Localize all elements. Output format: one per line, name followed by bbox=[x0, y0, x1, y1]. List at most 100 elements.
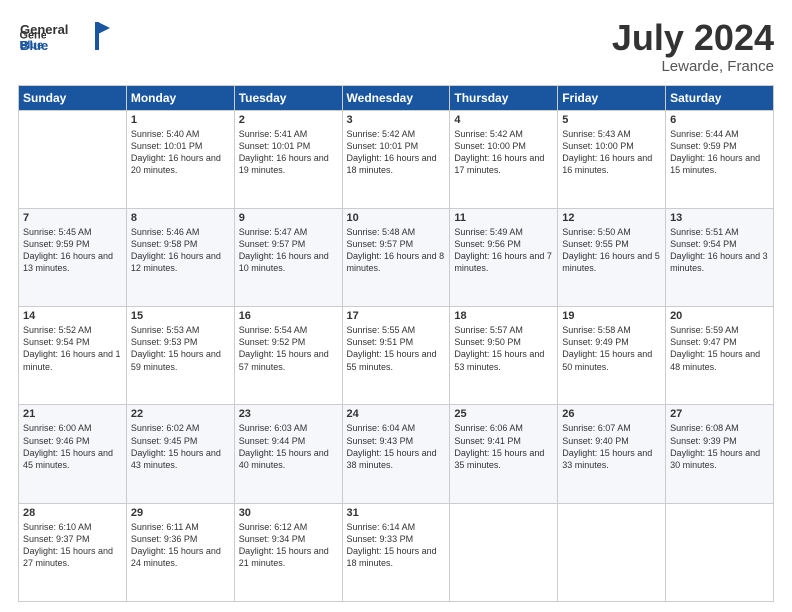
day-number: 3 bbox=[347, 114, 446, 126]
logo-svg: General Blue bbox=[20, 18, 110, 56]
day-info: Sunrise: 6:03 AM Sunset: 9:44 PM Dayligh… bbox=[239, 422, 338, 471]
day-number: 18 bbox=[454, 310, 553, 322]
calendar-cell: 15 Sunrise: 5:53 AM Sunset: 9:53 PM Dayli… bbox=[126, 307, 234, 405]
day-info: Sunrise: 5:55 AM Sunset: 9:51 PM Dayligh… bbox=[347, 324, 446, 373]
col-thursday: Thursday bbox=[450, 85, 558, 110]
calendar-cell: 26 Sunrise: 6:07 AM Sunset: 9:40 PM Dayli… bbox=[558, 405, 666, 503]
title-block: July 2024 Lewarde, France bbox=[612, 18, 774, 75]
calendar-cell: 3Sunrise: 5:42 AM Sunset: 10:01 PM Dayli… bbox=[342, 110, 450, 208]
day-info: Sunrise: 6:14 AM Sunset: 9:33 PM Dayligh… bbox=[347, 521, 446, 570]
day-number: 23 bbox=[239, 408, 338, 420]
calendar-cell: 9Sunrise: 5:47 AM Sunset: 9:57 PM Daylig… bbox=[234, 208, 342, 306]
calendar-cell: 30 Sunrise: 6:12 AM Sunset: 9:34 PM Dayli… bbox=[234, 503, 342, 601]
day-info: Sunrise: 5:50 AM Sunset: 9:55 PM Dayligh… bbox=[562, 226, 661, 275]
day-info: Sunrise: 5:47 AM Sunset: 9:57 PM Dayligh… bbox=[239, 226, 338, 275]
calendar-cell: 22Sunrise: 6:02 AM Sunset: 9:45 PM Dayli… bbox=[126, 405, 234, 503]
day-info: Sunrise: 5:41 AM Sunset: 10:01 PM Daylig… bbox=[239, 128, 338, 177]
day-number: 30 bbox=[239, 507, 338, 519]
subtitle: Lewarde, France bbox=[612, 58, 774, 75]
svg-text:General: General bbox=[20, 22, 68, 37]
day-number: 15 bbox=[131, 310, 230, 322]
calendar-cell bbox=[666, 503, 774, 601]
day-info: Sunrise: 6:04 AM Sunset: 9:43 PM Dayligh… bbox=[347, 422, 446, 471]
calendar-cell: 25Sunrise: 6:06 AM Sunset: 9:41 PM Dayli… bbox=[450, 405, 558, 503]
day-info: Sunrise: 5:49 AM Sunset: 9:56 PM Dayligh… bbox=[454, 226, 553, 275]
day-number: 26 bbox=[562, 408, 661, 420]
calendar-week-row: 14Sunrise: 5:52 AM Sunset: 9:54 PM Dayli… bbox=[19, 307, 774, 405]
header: General Blue General Blue July 2024 Lewa… bbox=[18, 18, 774, 75]
day-number: 31 bbox=[347, 507, 446, 519]
day-number: 27 bbox=[670, 408, 769, 420]
col-friday: Friday bbox=[558, 85, 666, 110]
day-info: Sunrise: 5:48 AM Sunset: 9:57 PM Dayligh… bbox=[347, 226, 446, 275]
day-info: Sunrise: 6:07 AM Sunset: 9:40 PM Dayligh… bbox=[562, 422, 661, 471]
day-info: Sunrise: 6:00 AM Sunset: 9:46 PM Dayligh… bbox=[23, 422, 122, 471]
calendar-table: Sunday Monday Tuesday Wednesday Thursday… bbox=[18, 85, 774, 602]
day-number: 4 bbox=[454, 114, 553, 126]
day-info: Sunrise: 6:11 AM Sunset: 9:36 PM Dayligh… bbox=[131, 521, 230, 570]
day-info: Sunrise: 5:53 AM Sunset: 9:53 PM Dayligh… bbox=[131, 324, 230, 373]
col-monday: Monday bbox=[126, 85, 234, 110]
calendar-cell: 7Sunrise: 5:45 AM Sunset: 9:59 PM Daylig… bbox=[19, 208, 127, 306]
day-info: Sunrise: 5:58 AM Sunset: 9:49 PM Dayligh… bbox=[562, 324, 661, 373]
calendar-cell: 8Sunrise: 5:46 AM Sunset: 9:58 PM Daylig… bbox=[126, 208, 234, 306]
calendar-cell: 5 Sunrise: 5:43 AM Sunset: 10:00 PM Dayli… bbox=[558, 110, 666, 208]
calendar-cell: 29 Sunrise: 6:11 AM Sunset: 9:36 PM Dayli… bbox=[126, 503, 234, 601]
day-number: 13 bbox=[670, 212, 769, 224]
calendar-cell: 28 Sunrise: 6:10 AM Sunset: 9:37 PM Dayli… bbox=[19, 503, 127, 601]
calendar-header-row: Sunday Monday Tuesday Wednesday Thursday… bbox=[19, 85, 774, 110]
day-number: 7 bbox=[23, 212, 122, 224]
calendar-cell: 10 Sunrise: 5:48 AM Sunset: 9:57 PM Dayli… bbox=[342, 208, 450, 306]
day-info: Sunrise: 5:42 AM Sunset: 10:00 PM Daylig… bbox=[454, 128, 553, 177]
calendar-week-row: 21 Sunrise: 6:00 AM Sunset: 9:46 PM Dayli… bbox=[19, 405, 774, 503]
calendar-week-row: 28 Sunrise: 6:10 AM Sunset: 9:37 PM Dayli… bbox=[19, 503, 774, 601]
calendar-cell: 13 Sunrise: 5:51 AM Sunset: 9:54 PM Dayli… bbox=[666, 208, 774, 306]
day-number: 21 bbox=[23, 408, 122, 420]
main-title: July 2024 bbox=[612, 18, 774, 58]
col-tuesday: Tuesday bbox=[234, 85, 342, 110]
day-info: Sunrise: 6:12 AM Sunset: 9:34 PM Dayligh… bbox=[239, 521, 338, 570]
day-info: Sunrise: 5:44 AM Sunset: 9:59 PM Dayligh… bbox=[670, 128, 769, 177]
calendar-cell: 17 Sunrise: 5:55 AM Sunset: 9:51 PM Dayli… bbox=[342, 307, 450, 405]
calendar-cell: 14Sunrise: 5:52 AM Sunset: 9:54 PM Dayli… bbox=[19, 307, 127, 405]
day-number: 20 bbox=[670, 310, 769, 322]
calendar-cell: 31 Sunrise: 6:14 AM Sunset: 9:33 PM Dayli… bbox=[342, 503, 450, 601]
calendar-cell: 11 Sunrise: 5:49 AM Sunset: 9:56 PM Dayli… bbox=[450, 208, 558, 306]
day-info: Sunrise: 6:10 AM Sunset: 9:37 PM Dayligh… bbox=[23, 521, 122, 570]
day-number: 12 bbox=[562, 212, 661, 224]
day-number: 11 bbox=[454, 212, 553, 224]
day-number: 17 bbox=[347, 310, 446, 322]
col-saturday: Saturday bbox=[666, 85, 774, 110]
day-info: Sunrise: 5:43 AM Sunset: 10:00 PM Daylig… bbox=[562, 128, 661, 177]
day-info: Sunrise: 5:57 AM Sunset: 9:50 PM Dayligh… bbox=[454, 324, 553, 373]
day-info: Sunrise: 5:51 AM Sunset: 9:54 PM Dayligh… bbox=[670, 226, 769, 275]
day-number: 19 bbox=[562, 310, 661, 322]
calendar-cell: 12 Sunrise: 5:50 AM Sunset: 9:55 PM Dayli… bbox=[558, 208, 666, 306]
calendar-cell bbox=[19, 110, 127, 208]
calendar-cell: 27Sunrise: 6:08 AM Sunset: 9:39 PM Dayli… bbox=[666, 405, 774, 503]
day-number: 2 bbox=[239, 114, 338, 126]
day-number: 25 bbox=[454, 408, 553, 420]
calendar-cell: 19 Sunrise: 5:58 AM Sunset: 9:49 PM Dayli… bbox=[558, 307, 666, 405]
day-number: 5 bbox=[562, 114, 661, 126]
day-info: Sunrise: 6:02 AM Sunset: 9:45 PM Dayligh… bbox=[131, 422, 230, 471]
day-info: Sunrise: 5:46 AM Sunset: 9:58 PM Dayligh… bbox=[131, 226, 230, 275]
day-number: 16 bbox=[239, 310, 338, 322]
calendar-cell bbox=[558, 503, 666, 601]
day-number: 10 bbox=[347, 212, 446, 224]
calendar-cell bbox=[450, 503, 558, 601]
day-number: 6 bbox=[670, 114, 769, 126]
svg-text:Blue: Blue bbox=[20, 38, 48, 53]
day-number: 28 bbox=[23, 507, 122, 519]
calendar-week-row: 1Sunrise: 5:40 AM Sunset: 10:01 PM Dayli… bbox=[19, 110, 774, 208]
page: General Blue General Blue July 2024 Lewa… bbox=[0, 0, 792, 612]
day-number: 14 bbox=[23, 310, 122, 322]
calendar-cell: 24 Sunrise: 6:04 AM Sunset: 9:43 PM Dayli… bbox=[342, 405, 450, 503]
day-number: 24 bbox=[347, 408, 446, 420]
day-number: 1 bbox=[131, 114, 230, 126]
calendar-cell: 16Sunrise: 5:54 AM Sunset: 9:52 PM Dayli… bbox=[234, 307, 342, 405]
calendar-cell: 6 Sunrise: 5:44 AM Sunset: 9:59 PM Daylig… bbox=[666, 110, 774, 208]
calendar-cell: 1Sunrise: 5:40 AM Sunset: 10:01 PM Dayli… bbox=[126, 110, 234, 208]
day-number: 29 bbox=[131, 507, 230, 519]
col-sunday: Sunday bbox=[19, 85, 127, 110]
